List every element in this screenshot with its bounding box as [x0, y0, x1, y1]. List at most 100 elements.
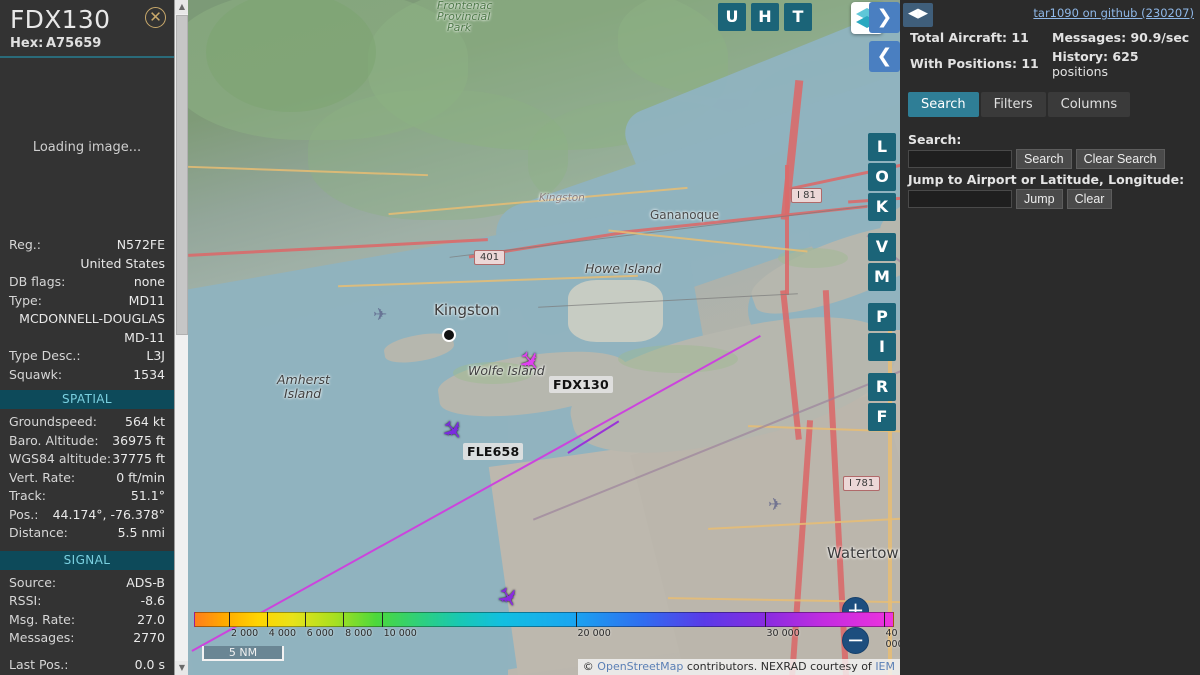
map-side-button-i[interactable]: I [868, 333, 896, 361]
scrollbar-thumb[interactable] [176, 15, 188, 335]
search-button[interactable]: Search [1016, 149, 1072, 169]
signal-section-header: SIGNAL [0, 550, 174, 570]
spatial-label: WGS84 altitude: [9, 451, 112, 466]
jump-label: Jump to Airport or Latitude, Longitude: [908, 172, 1185, 187]
spatial-value: 51.1° [130, 488, 165, 503]
with-positions-value: 11 [1021, 56, 1039, 71]
spatial-value: 564 kt [125, 414, 165, 429]
spatial-label: Baro. Altitude: [9, 432, 99, 448]
db-info-value: L3J [146, 348, 165, 363]
chevron-right-icon[interactable]: ❯ [869, 2, 900, 33]
map-canvas[interactable]: Frontenac Provincial Park Kingston Gananoque… [188, 0, 900, 675]
tab-filters[interactable]: Filters [980, 92, 1046, 117]
iem-link[interactable]: IEM [875, 660, 895, 673]
expand-collapse-icon[interactable]: ◀▶ [903, 3, 933, 27]
spatial-value: 36975 ft [112, 432, 165, 448]
altitude-tick-label: 2 000 [231, 628, 259, 639]
db-info-label: Squawk: [9, 366, 63, 382]
signal-row: RSSI: -8.6 [0, 592, 174, 611]
aircraft-map-label[interactable]: FDX130 [549, 376, 613, 393]
spatial-value: 44.174°, -76.378° [52, 506, 165, 522]
map-side-button-o[interactable]: O [868, 163, 896, 191]
search-pane: Search: Search Clear Search Jump to Airp… [908, 132, 1196, 212]
spatial-row: Pos.: 44.174°, -76.378° [0, 506, 174, 525]
signal-label: Msg. Rate: [9, 611, 76, 627]
hex-value: A75659 [46, 36, 102, 51]
map-toggle-u[interactable]: U [718, 3, 746, 31]
spatial-value: 37775 ft [112, 451, 165, 466]
db-info-row: MD-11 [0, 329, 174, 348]
map-toggle-h[interactable]: H [751, 3, 779, 31]
db-info-row: Squawk: 1534 [0, 366, 174, 385]
zoom-out-button[interactable]: − [842, 627, 869, 654]
spatial-row: Distance: 5.5 nmi [0, 524, 174, 543]
db-info-row: DB flags: none [0, 273, 174, 292]
db-info-row: United States [0, 255, 174, 274]
with-positions-label: With Positions: [910, 56, 1017, 71]
aircraft-db-info: Reg.: N572FE United States DB flags: none Typ… [0, 236, 174, 384]
github-link[interactable]: tar1090 on github (230207) [1033, 6, 1194, 20]
signal-value: 27.0 [137, 611, 165, 627]
db-info-value: none [133, 274, 165, 289]
openstreetmap-link[interactable]: OpenStreetMap [597, 660, 683, 673]
timing-row: Last Pos.: 0.0 s [0, 656, 174, 675]
chevron-left-icon[interactable]: ❮ [869, 41, 900, 72]
attrib-mid: contributors. NEXRAD courtesy of [683, 660, 876, 673]
spatial-label: Track: [9, 488, 46, 503]
map-toggle-t[interactable]: T [784, 3, 812, 31]
search-label: Search: [908, 132, 962, 147]
signal-values: Source: ADS-B RSSI: -8.6 Msg. Rate: 27.0 Messa… [0, 570, 174, 650]
map-side-button-r[interactable]: R [868, 373, 896, 401]
statistics-block: Total Aircraft: 11 Messages: 90.9/sec Wi… [900, 30, 1200, 86]
map-side-button-v[interactable]: V [868, 233, 896, 261]
altitude-tick [343, 612, 345, 627]
total-aircraft-value: 11 [1011, 30, 1029, 45]
clear-search-button[interactable]: Clear Search [1075, 149, 1165, 169]
history-units: positions [1052, 64, 1109, 79]
spatial-section-header: SPATIAL [0, 390, 174, 409]
altitude-tick-label: 10 000 [383, 628, 417, 639]
sidebar-scrollbar[interactable]: ▲ ▼ [174, 0, 189, 675]
map-side-button-p[interactable]: P [868, 303, 896, 331]
map-side-button-m[interactable]: M [868, 263, 896, 291]
signal-row: Source: ADS-B [0, 574, 174, 593]
signal-value: 2770 [133, 630, 165, 645]
db-info-label: DB flags: [9, 274, 66, 289]
map-side-button-l[interactable]: L [868, 133, 896, 161]
db-info-value: MD11 [128, 292, 165, 308]
close-icon[interactable]: ✕ [145, 7, 166, 28]
jump-input[interactable] [908, 190, 1012, 208]
attrib-prefix: © [582, 660, 598, 673]
jump-button[interactable]: Jump [1016, 189, 1063, 209]
altitude-tick [229, 612, 230, 627]
db-info-row: Type Desc.: L3J [0, 347, 174, 366]
right-panel: ◀▶ tar1090 on github (230207) Total Airc… [900, 0, 1200, 675]
search-input[interactable] [908, 150, 1012, 168]
altitude-tick-label: 8 000 [345, 628, 373, 639]
map-side-button-k[interactable]: K [868, 193, 896, 221]
aircraft-hex: Hex: A75659 [10, 36, 164, 51]
scroll-down-icon[interactable]: ▼ [175, 661, 189, 675]
signal-label: Source: [9, 574, 57, 590]
spatial-row: Baro. Altitude: 36975 ft [0, 432, 174, 451]
aircraft-info-panel: FDX130 Hex: A75659 ✕ Loading image... Reg… [0, 0, 174, 675]
altitude-tick-label: 6 000 [306, 628, 334, 639]
altitude-tick-label: 40 000+ [885, 628, 901, 650]
db-info-value: N572FE [116, 237, 165, 252]
db-info-label: Type: [9, 292, 42, 308]
signal-row: Messages: 2770 [0, 629, 174, 648]
tab-search[interactable]: Search [908, 92, 979, 117]
tab-columns[interactable]: Columns [1047, 92, 1131, 117]
airport-icon: ✈ [768, 495, 783, 515]
photo-loading-text: Loading image... [32, 139, 142, 155]
db-info-label: Type Desc.: [9, 348, 81, 363]
altitude-tick-label: 30 000 [766, 628, 800, 639]
aircraft-photo-placeholder: Loading image... [0, 58, 174, 236]
clear-button[interactable]: Clear [1066, 189, 1113, 209]
db-info-label: Reg.: [9, 237, 41, 252]
map-side-button-f[interactable]: F [868, 403, 896, 431]
aircraft-map-label[interactable]: FLE658 [463, 443, 524, 460]
scale-bar-label: 5 NM [228, 646, 258, 659]
spatial-value: 0 ft/min [116, 469, 165, 485]
scroll-up-icon[interactable]: ▲ [175, 0, 189, 14]
